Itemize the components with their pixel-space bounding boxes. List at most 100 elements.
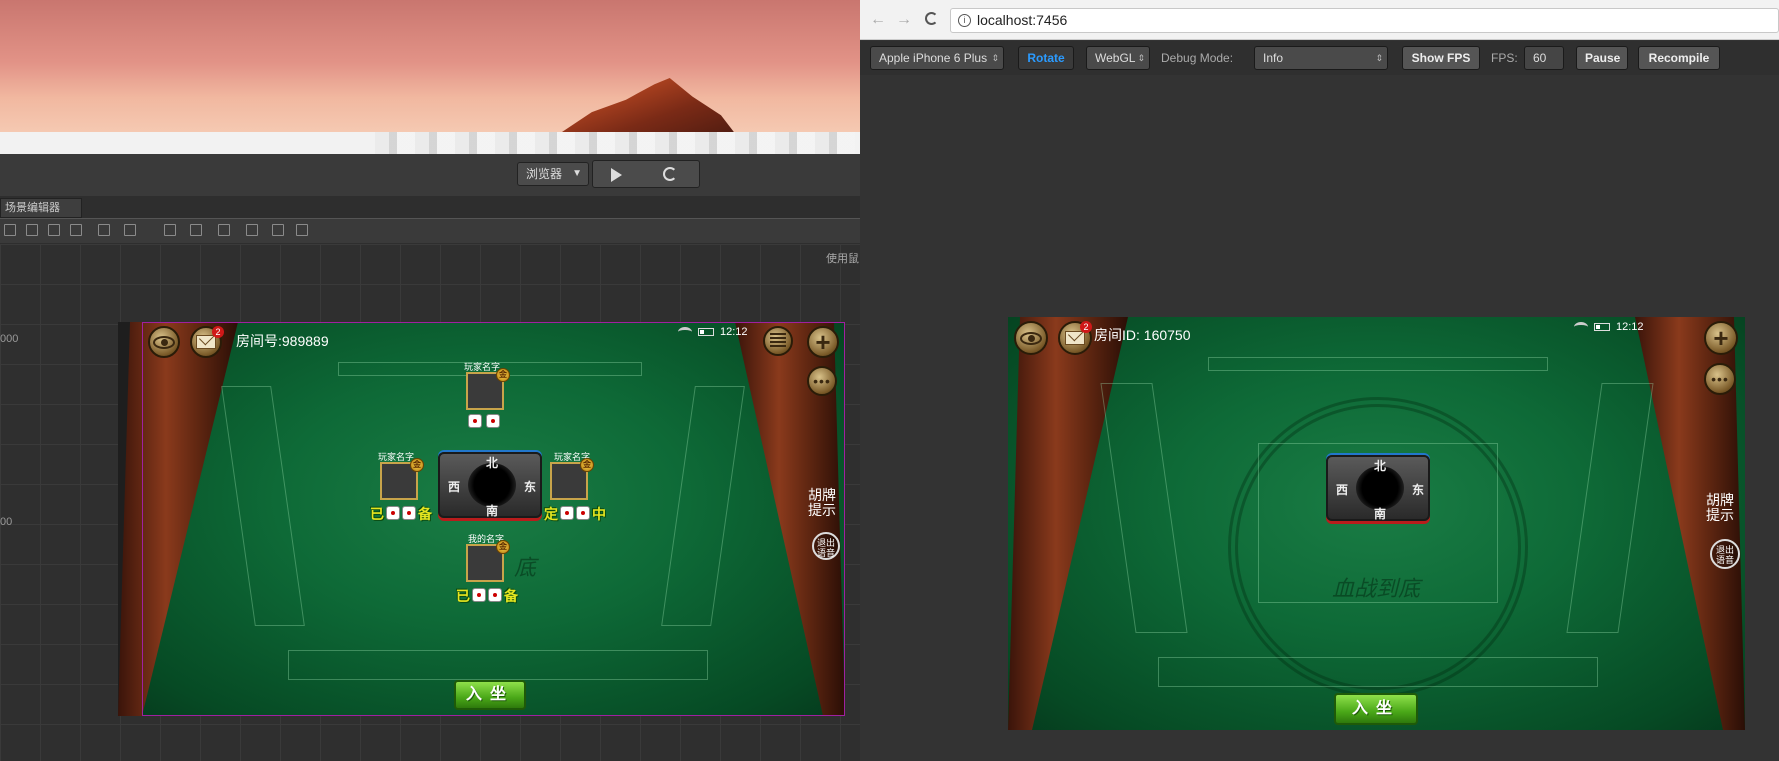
- sit-down-button[interactable]: 入坐: [454, 680, 526, 710]
- renderer-select[interactable]: WebGL ⇕: [1086, 46, 1150, 70]
- exit-voice-line: 语音: [816, 548, 835, 558]
- table-watermark: 血战到底: [1332, 577, 1421, 602]
- chat-button[interactable]: •••: [1704, 363, 1736, 395]
- back-arrow-icon[interactable]: ←: [870, 12, 886, 28]
- sit-down-button[interactable]: 入坐: [1334, 693, 1418, 725]
- compass-south: 南: [486, 504, 499, 518]
- address-bar[interactable]: localhost:7456: [950, 8, 1779, 33]
- ready-mark: 备: [504, 588, 518, 604]
- table-watermark: 底: [514, 556, 537, 581]
- reload-icon[interactable]: [925, 12, 938, 25]
- list-icon: [770, 333, 786, 349]
- mail-icon: [196, 335, 216, 349]
- hint-line: 提示: [1706, 507, 1734, 523]
- coin-icon: 金: [410, 458, 424, 472]
- status-bar: 12:12: [1574, 321, 1644, 333]
- refresh-icon[interactable]: [663, 167, 677, 181]
- debug-mode-select[interactable]: Info ⇕: [1254, 46, 1388, 70]
- exit-voice-button[interactable]: 退出 语音: [812, 532, 840, 560]
- preview-platform-label: 浏览器: [526, 167, 563, 181]
- hu-hint-button[interactable]: 胡牌 提示: [808, 488, 836, 518]
- blurred-strip: [375, 132, 855, 154]
- dice-icon: [560, 506, 574, 520]
- chevron-down-icon: ▼: [572, 168, 582, 179]
- align-icon[interactable]: [296, 224, 308, 236]
- table-marking: [1158, 657, 1598, 687]
- room-number: 房间号:989889: [236, 333, 329, 349]
- desktop-wallpaper: [0, 0, 860, 140]
- chevron-updown-icon: ⇕: [1137, 53, 1145, 63]
- preview-platform-select[interactable]: 浏览器 ▼: [517, 162, 589, 186]
- hu-hint-button[interactable]: 胡牌 提示: [1706, 493, 1734, 523]
- tab-scene-editor-label: 场景编辑器: [5, 202, 60, 214]
- compass-south: 南: [1374, 507, 1387, 521]
- compass-north: 北: [486, 456, 499, 470]
- recompile-button[interactable]: Recompile: [1638, 46, 1720, 70]
- show-fps-button[interactable]: Show FPS: [1402, 46, 1480, 70]
- compass-east: 东: [1412, 483, 1425, 497]
- eye-button[interactable]: [1014, 321, 1048, 355]
- ready-mark: 备: [418, 506, 432, 522]
- eye-icon: [153, 335, 175, 349]
- align-icon[interactable]: [124, 224, 136, 236]
- fps-label: FPS:: [1491, 51, 1518, 65]
- forward-arrow-icon[interactable]: →: [896, 12, 912, 28]
- ready-mark: 已: [456, 588, 470, 604]
- align-icon[interactable]: [4, 224, 16, 236]
- rotate-button[interactable]: Rotate: [1018, 46, 1074, 70]
- mail-badge: 2: [1080, 321, 1092, 333]
- chat-icon: •••: [813, 373, 831, 389]
- align-icon[interactable]: [48, 224, 60, 236]
- eye-icon: [1020, 331, 1042, 345]
- align-icon[interactable]: [164, 224, 176, 236]
- align-icon[interactable]: [26, 224, 38, 236]
- device-select[interactable]: Apple iPhone 6 Plus ⇕: [870, 46, 1004, 70]
- align-icon[interactable]: [70, 224, 82, 236]
- ruler-label: 000: [0, 333, 19, 345]
- align-icon[interactable]: [218, 224, 230, 236]
- clock: 12:12: [720, 326, 748, 338]
- compass-west: 西: [448, 480, 461, 494]
- exit-voice-line: 退出: [816, 538, 835, 548]
- exit-voice-button[interactable]: 退出 语音: [1710, 539, 1740, 569]
- chat-button[interactable]: •••: [807, 366, 837, 396]
- align-icon[interactable]: [190, 224, 202, 236]
- wifi-icon: [678, 327, 692, 337]
- plus-icon: +: [1713, 323, 1729, 353]
- coin-icon: 金: [496, 540, 510, 554]
- dice-icon: [488, 588, 502, 602]
- mail-badge: 2: [212, 326, 224, 338]
- compass-west: 西: [1336, 483, 1349, 497]
- add-button[interactable]: +: [807, 326, 839, 358]
- wind-compass: 北 南 西 东: [438, 452, 542, 518]
- editor-pane: 浏览器 ▼ 场景编辑器 使用鼠 000 00 2 房间号:989889 12:1…: [0, 0, 860, 761]
- ready-mark: 中: [592, 506, 606, 522]
- ready-mark: 已: [370, 506, 384, 522]
- add-button[interactable]: +: [1704, 321, 1738, 355]
- record-list-button[interactable]: [763, 326, 793, 356]
- room-id: 房间ID: 160750: [1094, 327, 1191, 343]
- tab-scene-editor[interactable]: 场景编辑器: [0, 198, 82, 218]
- align-icon[interactable]: [246, 224, 258, 236]
- url-text: localhost:7456: [977, 12, 1068, 28]
- dice-icon: [386, 506, 400, 520]
- play-icon[interactable]: [611, 168, 622, 182]
- battery-icon: [698, 328, 714, 336]
- game-canvas-editor[interactable]: 2 房间号:989889 12:12 + ••• 北 南 西 东 玩家名字 金: [118, 322, 845, 716]
- ruler-label: 00: [0, 516, 13, 528]
- hint-line: 胡牌: [808, 487, 836, 503]
- pause-button[interactable]: Pause: [1576, 46, 1628, 70]
- mail-icon: [1065, 331, 1085, 345]
- align-icon[interactable]: [272, 224, 284, 236]
- game-canvas-preview[interactable]: 2 房间ID: 160750 12:12 + ••• 北 南 西 东 血战到底 …: [1008, 317, 1745, 730]
- hint-line: 胡牌: [1706, 492, 1734, 508]
- hint-line: 提示: [808, 502, 836, 518]
- fps-input[interactable]: 60: [1524, 46, 1564, 70]
- hint-label: 使用鼠: [826, 253, 859, 265]
- status-bar: 12:12: [678, 326, 748, 338]
- info-icon: i: [958, 14, 971, 27]
- align-icon[interactable]: [98, 224, 110, 236]
- compass-north: 北: [1374, 459, 1387, 473]
- dice-icon: [402, 506, 416, 520]
- eye-button[interactable]: [148, 326, 180, 358]
